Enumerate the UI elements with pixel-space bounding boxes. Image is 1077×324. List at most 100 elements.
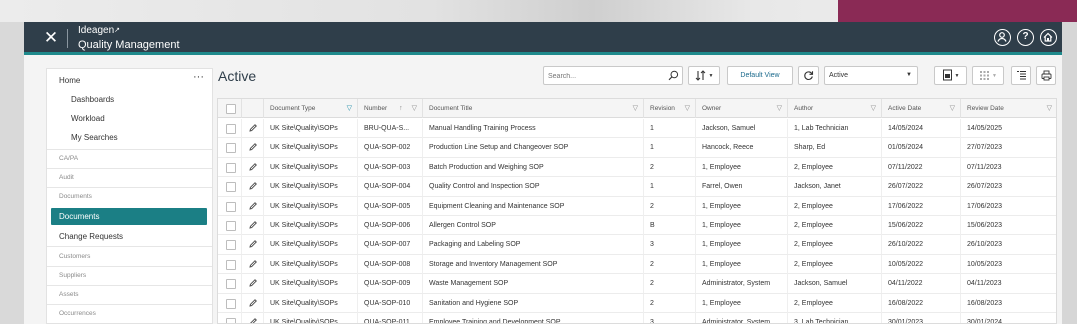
table-row[interactable]: UK Site\Quality\SOPs QUA-SOP-008 Storage a… (218, 254, 1056, 275)
table-row[interactable]: UK Site\Quality\SOPs QUA-SOP-006 Allergen … (218, 216, 1056, 236)
close-icon[interactable]: ✕ (43, 29, 59, 47)
filter-icon[interactable]: ▽ (871, 99, 876, 118)
cell-author: 1, Lab Technician (788, 119, 882, 138)
sidebar-group-capa[interactable]: CA/PA (59, 155, 78, 162)
table-row[interactable]: UK Site\Quality\SOPs QUA-SOP-003 Batch Pro… (218, 157, 1056, 178)
row-checkbox[interactable] (226, 201, 236, 212)
sidebar-item-home[interactable]: Home (59, 76, 80, 85)
row-checkbox[interactable] (226, 221, 236, 231)
column-header-author[interactable]: Author ▽ (788, 99, 882, 118)
pencil-icon[interactable] (248, 278, 258, 288)
sidebar-group-assets[interactable]: Assets (59, 291, 79, 298)
filter-icon[interactable]: ▽ (1047, 99, 1052, 118)
sidebar-item-documents[interactable]: Documents (51, 208, 207, 225)
filter-icon[interactable]: ▽ (347, 99, 352, 118)
pencil-icon[interactable] (248, 220, 258, 230)
more-options-icon[interactable]: ··· (193, 71, 204, 83)
table-row[interactable]: UK Site\Quality\SOPs QUA-SOP-010 Sanitatio… (218, 293, 1056, 313)
table-row[interactable]: UK Site\Quality\SOPs BRU-QUA-S... Manual H… (218, 119, 1056, 139)
columns-button[interactable]: ▼ (972, 66, 1004, 85)
sidebar: Home ··· Dashboards Workload My Searches… (46, 68, 213, 324)
row-select-cell (218, 274, 242, 294)
row-edit-cell (242, 119, 264, 138)
refresh-button[interactable] (798, 66, 819, 85)
row-checkbox[interactable] (226, 279, 236, 290)
table-row[interactable]: UK Site\Quality\SOPs QUA-SOP-007 Packaging… (218, 235, 1056, 255)
filter-icon[interactable]: ▽ (633, 99, 638, 118)
sidebar-group-customers[interactable]: Customers (59, 253, 90, 260)
sidebar-group-occurrences[interactable]: Occurrences (59, 310, 96, 317)
filter-icon[interactable]: ▽ (950, 99, 955, 118)
sidebar-item-change-requests[interactable]: Change Requests (59, 232, 123, 241)
list-view-button[interactable] (1011, 66, 1031, 85)
pencil-icon[interactable] (248, 259, 258, 269)
pencil-icon[interactable] (248, 201, 258, 211)
home-icon[interactable] (1040, 29, 1057, 46)
cell-review-date: 26/07/2023 (961, 177, 1056, 196)
print-button[interactable] (1036, 66, 1056, 85)
filter-icon[interactable]: ▽ (412, 99, 417, 118)
column-header-review-date[interactable]: Review Date ▽ (961, 99, 1056, 118)
default-view-button[interactable]: Default View (727, 66, 793, 85)
row-checkbox[interactable] (226, 124, 236, 134)
filter-icon[interactable]: ▽ (777, 99, 782, 118)
row-checkbox[interactable] (226, 162, 236, 173)
cell-document-type: UK Site\Quality\SOPs (264, 274, 358, 294)
pencil-icon[interactable] (248, 123, 258, 133)
column-header-revision[interactable]: Revision ▽ (644, 99, 696, 118)
status-dropdown[interactable]: Active ▼ (824, 66, 918, 85)
row-checkbox[interactable] (226, 259, 236, 270)
column-header-number[interactable]: Number ↑ ▽ (358, 99, 423, 118)
user-icon[interactable] (994, 29, 1011, 46)
row-checkbox[interactable] (226, 240, 236, 251)
table-row[interactable]: UK Site\Quality\SOPs QUA-SOP-011 Employee … (218, 313, 1056, 324)
row-checkbox[interactable] (226, 318, 236, 323)
pencil-icon[interactable] (248, 239, 258, 249)
column-header-owner[interactable]: Owner ▽ (696, 99, 788, 118)
search-icon[interactable] (668, 70, 679, 81)
row-checkbox[interactable] (226, 182, 236, 193)
help-icon[interactable]: ? (1017, 29, 1034, 46)
column-label: Author (794, 105, 814, 112)
column-label: Document Type (270, 105, 316, 112)
filter-icon[interactable]: ▽ (685, 99, 690, 118)
sidebar-group-audit[interactable]: Audit (59, 174, 74, 181)
table-row[interactable]: UK Site\Quality\SOPs QUA-SOP-009 Waste Man… (218, 274, 1056, 294)
sort-button[interactable]: ▼ (688, 66, 720, 85)
pencil-icon[interactable] (248, 317, 258, 324)
row-checkbox[interactable] (226, 298, 236, 309)
cell-owner: 1, Employee (696, 293, 788, 313)
table-row[interactable]: UK Site\Quality\SOPs QUA-SOP-002 Productio… (218, 138, 1056, 158)
sidebar-item-workload[interactable]: Workload (71, 114, 105, 123)
pencil-icon[interactable] (248, 162, 258, 172)
sidebar-item-dashboards[interactable]: Dashboards (71, 95, 114, 104)
column-header-document-type[interactable]: Document Type ▽ (264, 99, 358, 118)
pencil-icon[interactable] (248, 142, 258, 152)
cell-author: 2, Employee (788, 216, 882, 235)
sidebar-item-my-searches[interactable]: My Searches (71, 133, 118, 142)
column-header-document-title[interactable]: Document Title ▽ (423, 99, 644, 118)
column-header-active-date[interactable]: Active Date ▽ (882, 99, 961, 118)
cell-number: QUA-SOP-002 (358, 138, 423, 158)
table-row[interactable]: UK Site\Quality\SOPs QUA-SOP-004 Quality C… (218, 177, 1056, 197)
sort-arrow-icon[interactable]: ↑ (399, 105, 403, 112)
table-row[interactable]: UK Site\Quality\SOPs QUA-SOP-005 Equipment… (218, 196, 1056, 216)
cell-revision: 3 (644, 313, 696, 323)
cell-owner: 1, Employee (696, 254, 788, 274)
cell-owner: Administrator, System (696, 313, 788, 323)
row-checkbox[interactable] (226, 143, 236, 154)
sidebar-group-documents[interactable]: Documents (59, 193, 92, 200)
search-box (543, 66, 683, 85)
cell-document-title: Waste Management SOP (423, 274, 644, 294)
grid-header: Document Type ▽ Number ↑ ▽ Document Title ▽ … (218, 99, 1056, 118)
export-button[interactable]: ▼ (934, 66, 967, 85)
select-all-checkbox[interactable] (226, 104, 236, 114)
pencil-icon[interactable] (248, 181, 258, 191)
search-input[interactable] (548, 70, 658, 82)
cell-document-type: UK Site\Quality\SOPs (264, 196, 358, 216)
pencil-icon[interactable] (248, 298, 258, 308)
cell-review-date: 07/11/2023 (961, 158, 1056, 177)
cell-document-type: UK Site\Quality\SOPs (264, 293, 358, 313)
row-edit-cell (242, 313, 264, 324)
sidebar-group-suppliers[interactable]: Suppliers (59, 272, 86, 279)
